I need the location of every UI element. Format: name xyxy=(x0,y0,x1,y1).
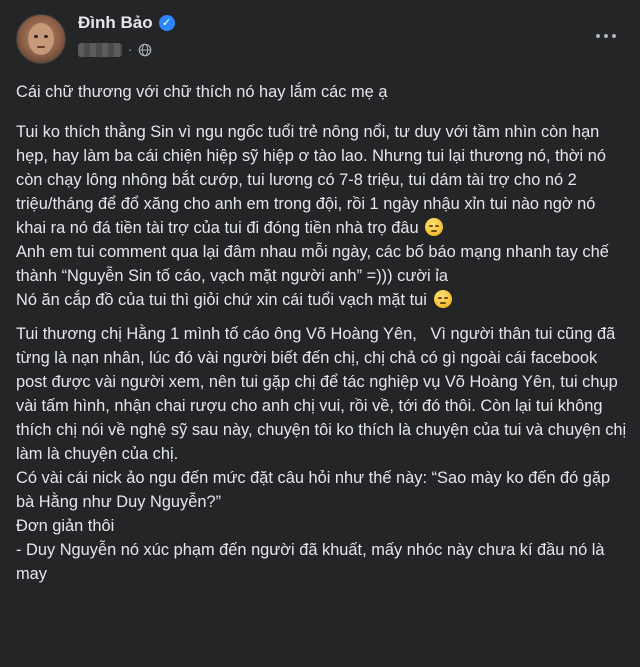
post-text: - Duy Nguyễn nó xúc phạm đến người đã kh… xyxy=(16,541,610,583)
globe-icon xyxy=(139,43,152,56)
avatar-mouth xyxy=(37,46,45,48)
pensive-face-emoji-icon xyxy=(433,290,452,308)
post-paragraph: Nó ăn cắp đồ của tui thì giỏi chứ xin cá… xyxy=(16,288,628,312)
post-paragraph: Anh em tui comment qua lại đâm nhau mỗi … xyxy=(16,240,628,288)
post-text: Anh em tui comment qua lại đâm nhau mỗi … xyxy=(16,243,614,285)
post-text: Có vài cái nick ảo ngu đến mức đặt câu h… xyxy=(16,469,615,511)
post-paragraph: Tui ko thích thằng Sin vì ngu ngốc tuổi … xyxy=(16,120,628,240)
avatar-eye xyxy=(44,35,48,38)
post-header: Đình Bảo ✓ · xyxy=(0,0,640,74)
relieved-face-emoji-icon xyxy=(425,218,444,236)
post-text: Cái chữ thương với chữ thích nó hay lắm … xyxy=(16,83,388,101)
avatar-eye xyxy=(34,35,38,38)
meta-separator: · xyxy=(128,42,133,57)
post-text: Tui thương chị Hằng 1 mình tố cáo ông Võ… xyxy=(16,325,631,463)
author-name[interactable]: Đình Bảo xyxy=(78,13,153,33)
more-options-icon[interactable] xyxy=(588,22,624,50)
avatar-face xyxy=(28,23,54,55)
post-paragraph: Tui thương chị Hằng 1 mình tố cáo ông Võ… xyxy=(16,322,628,466)
verified-badge-icon: ✓ xyxy=(158,15,175,31)
post-content: Cái chữ thương với chữ thích nó hay lắm … xyxy=(16,80,628,586)
post-text: Nó ăn cắp đồ của tui thì giỏi chứ xin cá… xyxy=(16,291,427,309)
post-paragraph: Có vài cái nick ảo ngu đến mức đặt câu h… xyxy=(16,466,628,514)
post-text: Đơn giản thôi xyxy=(16,517,115,535)
post-timestamp-blurred[interactable] xyxy=(78,42,122,57)
author-avatar[interactable] xyxy=(16,14,66,64)
post-paragraph: - Duy Nguyễn nó xúc phạm đến người đã kh… xyxy=(16,538,628,586)
post-paragraph: Đơn giản thôi xyxy=(16,514,628,538)
post-paragraph: Cái chữ thương với chữ thích nó hay lắm … xyxy=(16,80,628,104)
post-text: Tui ko thích thằng Sin vì ngu ngốc tuổi … xyxy=(16,123,611,237)
post-meta: · xyxy=(78,42,152,57)
author-name-row: Đình Bảo ✓ xyxy=(78,13,175,33)
